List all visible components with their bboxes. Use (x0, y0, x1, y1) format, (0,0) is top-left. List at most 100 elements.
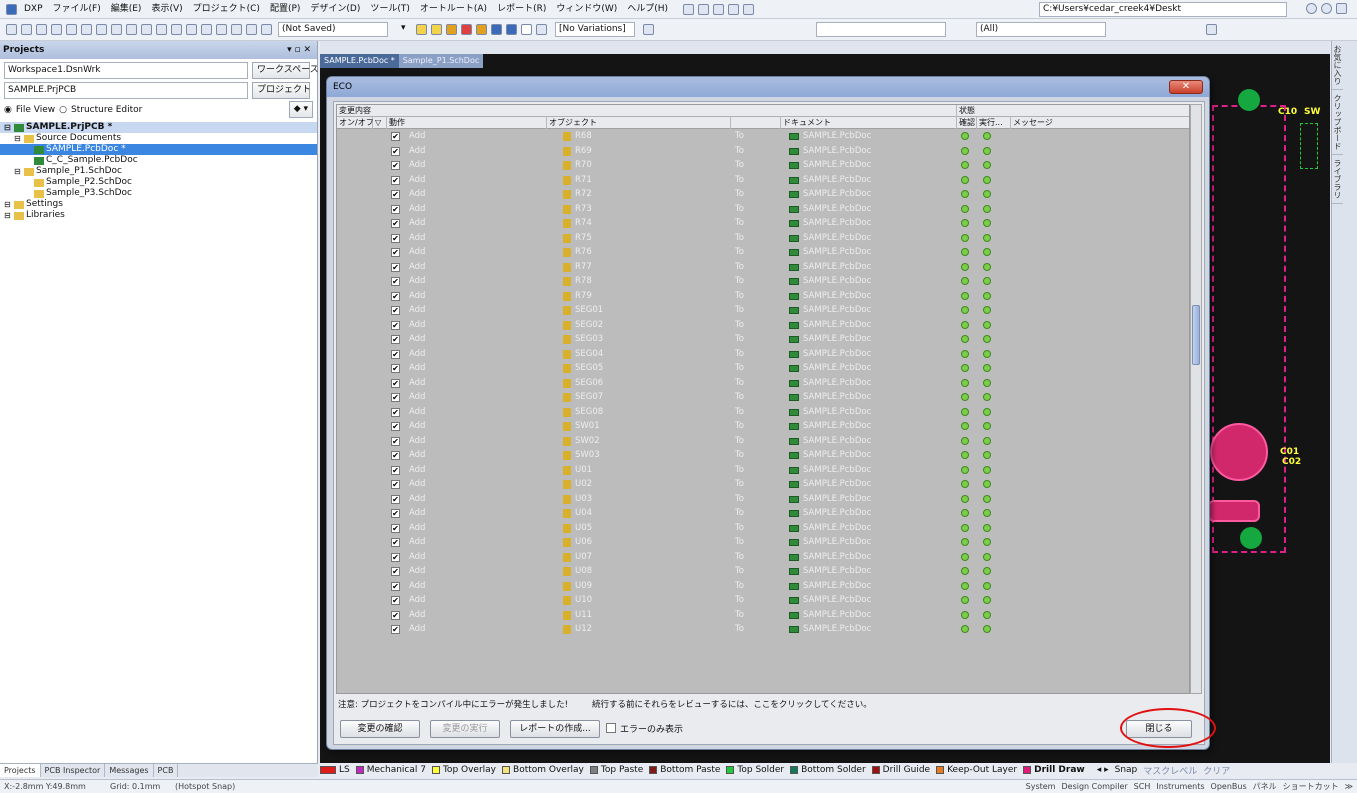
layer-extra-button[interactable]: Snap (1115, 765, 1138, 775)
menu-item[interactable]: ヘルプ(H) (622, 0, 673, 19)
menu-item[interactable]: ファイル(F) (48, 0, 106, 19)
table-row[interactable]: ✔ Add R79 To SAMPLE.PcbDoc (337, 289, 1189, 304)
expand-icon[interactable]: ⊟ (4, 210, 14, 221)
table-row[interactable]: ✔ Add SEG01 To SAMPLE.PcbDoc (337, 303, 1189, 318)
row-enable-checkbox[interactable]: ✔ (391, 190, 400, 199)
menu-item[interactable]: 表示(V) (146, 0, 187, 19)
right-tab-favorites[interactable]: お気に入り (1332, 41, 1343, 90)
status-panel-button[interactable]: Design Compiler (1061, 780, 1127, 793)
table-row[interactable]: ✔ Add SW01 To SAMPLE.PcbDoc (337, 419, 1189, 434)
row-enable-checkbox[interactable]: ✔ (391, 523, 400, 533)
table-row[interactable]: ✔ Add SW02 To SAMPLE.PcbDoc (337, 434, 1189, 449)
tree-node[interactable]: ⊟ SAMPLE.PrjPCB * (0, 122, 317, 133)
bus-icon[interactable] (713, 3, 725, 15)
row-enable-checkbox[interactable]: ✔ (391, 291, 400, 301)
grid-icon[interactable] (743, 3, 755, 15)
tab-sample-p1-schdoc[interactable]: Sample_P1.SchDoc (398, 54, 484, 68)
menu-item[interactable]: 配置(P) (265, 0, 305, 19)
zoom-icon[interactable] (81, 24, 92, 35)
status-panel-button[interactable]: SCH (1134, 780, 1151, 793)
row-enable-checkbox[interactable]: ✔ (391, 175, 400, 185)
cross-probe-icon[interactable] (246, 24, 257, 35)
row-enable-checkbox[interactable]: ✔ (391, 349, 400, 359)
layer-tab[interactable]: Drill Draw (1023, 765, 1085, 775)
table-row[interactable]: ✔ Add SEG03 To SAMPLE.PcbDoc (337, 332, 1189, 347)
row-enable-checkbox[interactable]: ✔ (391, 335, 400, 344)
back-icon[interactable] (1306, 3, 1317, 14)
browse-icon[interactable] (261, 24, 272, 35)
menu-item[interactable]: オートルート(A) (415, 0, 492, 19)
row-enable-checkbox[interactable]: ✔ (391, 436, 400, 446)
eco-notice-link[interactable]: 続行する前にそれらをレビューするには、ここをクリックしてください。 (592, 698, 872, 712)
coordinate-icon[interactable] (536, 24, 547, 35)
tree-node[interactable]: Sample_P3.SchDoc (0, 188, 317, 199)
filter-funnel-icon[interactable]: ▽ (373, 117, 387, 129)
col-onoff[interactable]: オン/オフ (337, 117, 374, 129)
table-row[interactable]: ✔ Add U05 To SAMPLE.PcbDoc (337, 521, 1189, 536)
row-enable-checkbox[interactable]: ✔ (391, 393, 400, 402)
grid-vertical-scrollbar[interactable] (1190, 104, 1202, 694)
print-icon[interactable] (51, 24, 62, 35)
open-icon[interactable] (21, 24, 32, 35)
col-document[interactable]: ドキュメント (781, 117, 957, 129)
via-icon[interactable] (446, 24, 457, 35)
row-enable-checkbox[interactable]: ✔ (391, 422, 400, 431)
menu-item[interactable]: ウィンドウ(W) (551, 0, 622, 19)
wire-icon[interactable] (683, 3, 695, 15)
row-enable-checkbox[interactable]: ✔ (391, 320, 400, 330)
row-enable-checkbox[interactable]: ✔ (391, 509, 400, 518)
status-panel-button[interactable]: ≫ (1345, 780, 1353, 793)
layer-tab[interactable]: Top Overlay (431, 765, 496, 775)
preview-icon[interactable] (66, 24, 77, 35)
table-row[interactable]: ✔ Add R71 To SAMPLE.PcbDoc (337, 173, 1189, 188)
layer-tab[interactable]: Bottom Paste (649, 765, 720, 775)
table-row[interactable]: ✔ Add U03 To SAMPLE.PcbDoc (337, 492, 1189, 507)
status-panel-button[interactable]: Instruments (1156, 780, 1204, 793)
layer-tab[interactable]: Mechanical 7 (355, 765, 426, 775)
panel-tab[interactable]: Projects (0, 764, 41, 777)
tree-node[interactable]: SAMPLE.PcbDoc * (0, 144, 317, 155)
table-row[interactable]: ✔ Add R68 To SAMPLE.PcbDoc (337, 129, 1189, 144)
table-row[interactable]: ✔ Add SW03 To SAMPLE.PcbDoc (337, 448, 1189, 463)
table-row[interactable]: ✔ Add U02 To SAMPLE.PcbDoc (337, 477, 1189, 492)
forward-icon[interactable] (1321, 3, 1332, 14)
structure-editor-radio[interactable]: ○ (59, 105, 67, 115)
row-enable-checkbox[interactable]: ✔ (391, 407, 400, 417)
menu-item[interactable]: レポート(R) (492, 0, 551, 19)
grid-scroll-thumb[interactable] (1192, 305, 1200, 365)
row-enable-checkbox[interactable]: ✔ (391, 204, 400, 214)
table-row[interactable]: ✔ Add SEG04 To SAMPLE.PcbDoc (337, 347, 1189, 362)
expand-icon[interactable]: ⊟ (14, 133, 24, 144)
row-enable-checkbox[interactable]: ✔ (391, 480, 400, 489)
row-enable-checkbox[interactable]: ✔ (391, 277, 400, 286)
cut-icon[interactable] (126, 24, 137, 35)
tree-node[interactable]: ⊟ Sample_P1.SchDoc (0, 166, 317, 177)
execute-changes-button[interactable]: 変更の実行 (430, 720, 500, 738)
home-icon[interactable] (1336, 3, 1347, 14)
project-field[interactable]: SAMPLE.PrjPCB (4, 82, 248, 99)
row-enable-checkbox[interactable]: ✔ (391, 146, 400, 156)
zoom-fit-icon[interactable] (96, 24, 107, 35)
layer-tab[interactable]: Top Solder (726, 765, 784, 775)
table-row[interactable]: ✔ Add SEG07 To SAMPLE.PcbDoc (337, 390, 1189, 405)
file-view-radio[interactable]: ◉ (4, 105, 12, 115)
row-enable-checkbox[interactable]: ✔ (391, 161, 400, 170)
tab-sample-pcbdoc[interactable]: SAMPLE.PcbDoc * (320, 54, 399, 68)
variant-manager-icon[interactable] (643, 24, 654, 35)
layer-extra-button[interactable]: クリア (1203, 764, 1230, 777)
row-enable-checkbox[interactable]: ✔ (391, 494, 400, 504)
table-row[interactable]: ✔ Add R77 To SAMPLE.PcbDoc (337, 260, 1189, 275)
filter-clear-icon[interactable] (1206, 24, 1217, 35)
table-row[interactable]: ✔ Add U01 To SAMPLE.PcbDoc (337, 463, 1189, 478)
table-row[interactable]: ✔ Add U07 To SAMPLE.PcbDoc (337, 550, 1189, 565)
row-enable-checkbox[interactable]: ✔ (391, 378, 400, 388)
row-enable-checkbox[interactable]: ✔ (391, 596, 400, 605)
copy-icon[interactable] (141, 24, 152, 35)
row-enable-checkbox[interactable]: ✔ (391, 233, 400, 243)
row-enable-checkbox[interactable]: ✔ (391, 364, 400, 373)
panel-pin-close-icon[interactable]: ▾ ▫ ✕ (287, 41, 311, 59)
eco-close-x-button[interactable]: ✕ (1169, 80, 1203, 94)
component-icon[interactable] (698, 3, 710, 15)
menu-item[interactable]: ツール(T) (365, 0, 415, 19)
filter-select[interactable]: (All) (976, 22, 1106, 37)
